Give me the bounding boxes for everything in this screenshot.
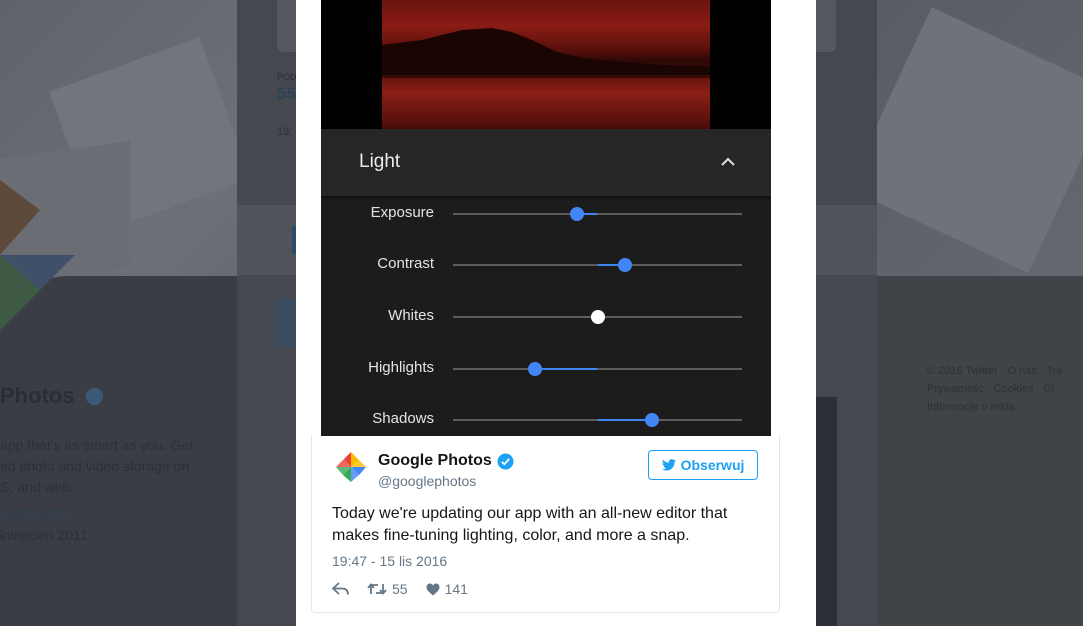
background-stat-value: 55 [277,84,296,103]
background-time: 19: [277,126,293,138]
slider-thumb[interactable] [570,207,585,221]
slider-fill [597,419,653,421]
background-joined-date: kwiecień 2011 [0,527,88,543]
reply-icon [332,582,349,595]
light-section-title: Light [359,151,401,172]
like-icon [426,583,440,595]
tweet-author-name[interactable]: Google Photos [378,452,492,470]
slider-shadows[interactable]: Shadows [321,404,771,434]
slider-thumb[interactable] [645,413,660,427]
background-footer-links: © 2016 Twitter · O nas · Tre Prywatność … [927,365,1063,413]
verified-icon [497,453,514,470]
follow-button-label: Obserwuj [680,457,745,473]
photo-preview-frame [321,0,771,129]
slider-track[interactable] [453,258,742,272]
slider-label: Contrast [377,255,434,272]
retweet-icon [367,583,387,595]
background-image [815,397,837,626]
background-avatar [274,299,298,347]
slider-track[interactable] [453,310,742,324]
background-profile-name: Photos [0,383,75,408]
background-logo-icon [0,180,75,330]
follow-button[interactable]: Obserwuj [648,450,758,480]
tweet-modal: Light Exposure Contrast Whites Highlight… [296,0,816,626]
google-photos-logo-icon[interactable] [334,450,368,484]
tweet-actions: 55 141 [332,579,486,599]
slider-highlights[interactable]: Highlights [321,353,771,383]
embedded-tweet: Google Photos @googlephotos Obserwuj Tod… [311,436,780,613]
background-bio: app that's as smart as you. Get ed photo… [0,437,194,495]
slider-thumb[interactable] [528,362,543,376]
slider-exposure[interactable]: Exposure [321,198,771,228]
slider-label: Highlights [368,359,434,376]
background-stat-label: POD [277,72,297,82]
twitter-bird-icon [661,459,676,471]
slider-track[interactable] [453,362,742,376]
slider-track[interactable] [453,413,742,427]
background-verified-icon [86,388,103,405]
sunset-photo [382,0,710,129]
slider-thumb[interactable] [617,258,632,272]
slider-label: Whites [388,307,434,324]
reply-button[interactable] [332,582,349,596]
chevron-up-icon[interactable] [718,152,738,172]
slider-contrast[interactable]: Contrast [321,249,771,279]
like-count: 141 [444,581,468,597]
slider-track[interactable] [453,207,742,221]
light-section-header[interactable]: Light [321,129,771,196]
retweet-button[interactable]: 55 [367,581,408,597]
tweet-text: Today we're updating our app with an all… [332,505,728,544]
slider-whites[interactable]: Whites [321,301,771,331]
background-profile-handle: os [0,409,13,423]
slider-fill [535,368,598,370]
slider-thumb[interactable] [590,310,605,324]
background-link: google.com [0,505,73,521]
tweet-author-handle[interactable]: @googlephotos [378,473,476,489]
like-button[interactable]: 141 [426,581,468,597]
mountain-silhouette [382,28,710,78]
retweet-count: 55 [392,581,408,597]
background-sidebar [877,276,1083,626]
tweet-media-screenshot[interactable]: Light Exposure Contrast Whites Highlight… [321,0,771,436]
slider-label: Shadows [372,410,434,427]
tweet-timestamp[interactable]: 19:47 - 15 lis 2016 [332,553,447,569]
slider-label: Exposure [370,204,434,221]
